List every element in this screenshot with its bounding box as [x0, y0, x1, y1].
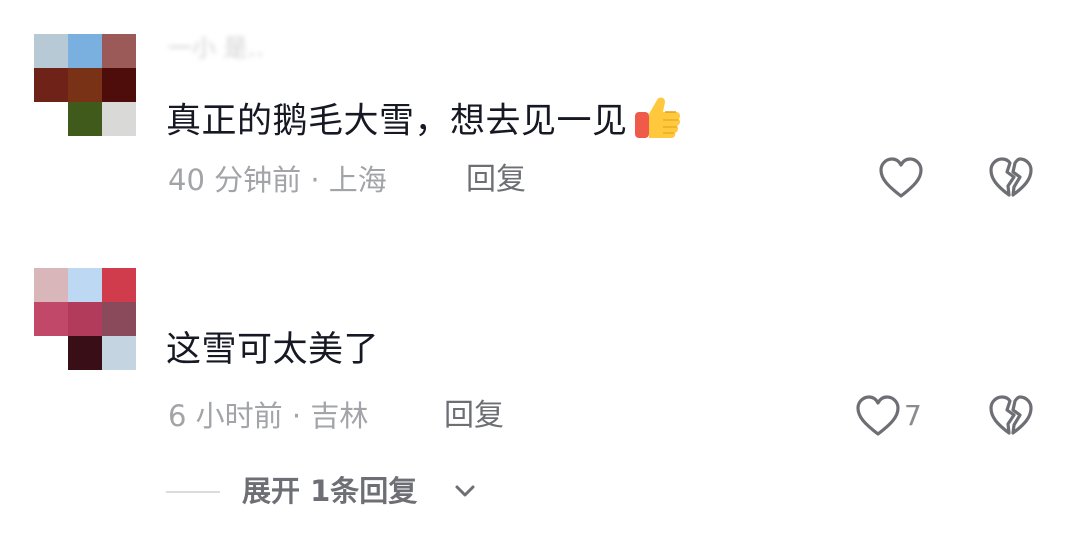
thumbs-up-icon [632, 92, 682, 153]
expand-replies-label: 展开 1条回复 [242, 474, 418, 508]
avatar-pixel [68, 34, 102, 68]
avatar-pixel [34, 102, 68, 136]
avatar-pixel [34, 268, 68, 302]
avatar-pixel [102, 34, 136, 68]
avatar[interactable] [34, 268, 136, 370]
avatar-pixel [68, 68, 102, 102]
reply-button[interactable]: 回复 [466, 160, 526, 200]
comment-text-content: 真正的鹅毛大雪，想去见一见 [166, 101, 628, 142]
avatar-pixel [102, 102, 136, 136]
comment-meta: 40 分钟前 · 上海 [168, 163, 387, 197]
avatar-pixel [102, 336, 136, 370]
dislike-button[interactable] [988, 394, 1034, 442]
expand-replies-button[interactable]: 展开 1条回复 [166, 470, 506, 512]
like-count: 7 [904, 399, 922, 432]
avatar-pixel [68, 302, 102, 336]
avatar-pixel [102, 268, 136, 302]
broken-heart-icon [989, 157, 1033, 197]
avatar-pixel [34, 68, 68, 102]
reply-button[interactable]: 回复 [444, 396, 504, 436]
avatar-pixel [102, 302, 136, 336]
avatar-pixel [102, 68, 136, 102]
avatar-pixel [68, 102, 102, 136]
avatar[interactable] [34, 34, 136, 136]
avatar-pixel [68, 336, 102, 370]
comment-text: 这雪可太美了 [166, 330, 380, 370]
avatar-pixel [34, 336, 68, 370]
divider-line [166, 491, 220, 493]
broken-heart-icon [989, 395, 1033, 435]
avatar-pixel [34, 34, 68, 68]
chevron-down-icon [455, 485, 475, 497]
username[interactable]: 一小 是… [168, 30, 263, 66]
comment-text: 真正的鹅毛大雪，想去见一见 [166, 92, 682, 153]
heart-outline-icon [879, 157, 923, 198]
heart-outline-icon [856, 395, 900, 436]
comment-meta: 6 小时前 · 吉林 [168, 399, 369, 433]
dislike-button[interactable] [988, 156, 1034, 204]
avatar-pixel [68, 268, 102, 302]
like-button[interactable] [855, 394, 901, 442]
avatar-pixel [34, 302, 68, 336]
like-button[interactable] [878, 156, 924, 204]
